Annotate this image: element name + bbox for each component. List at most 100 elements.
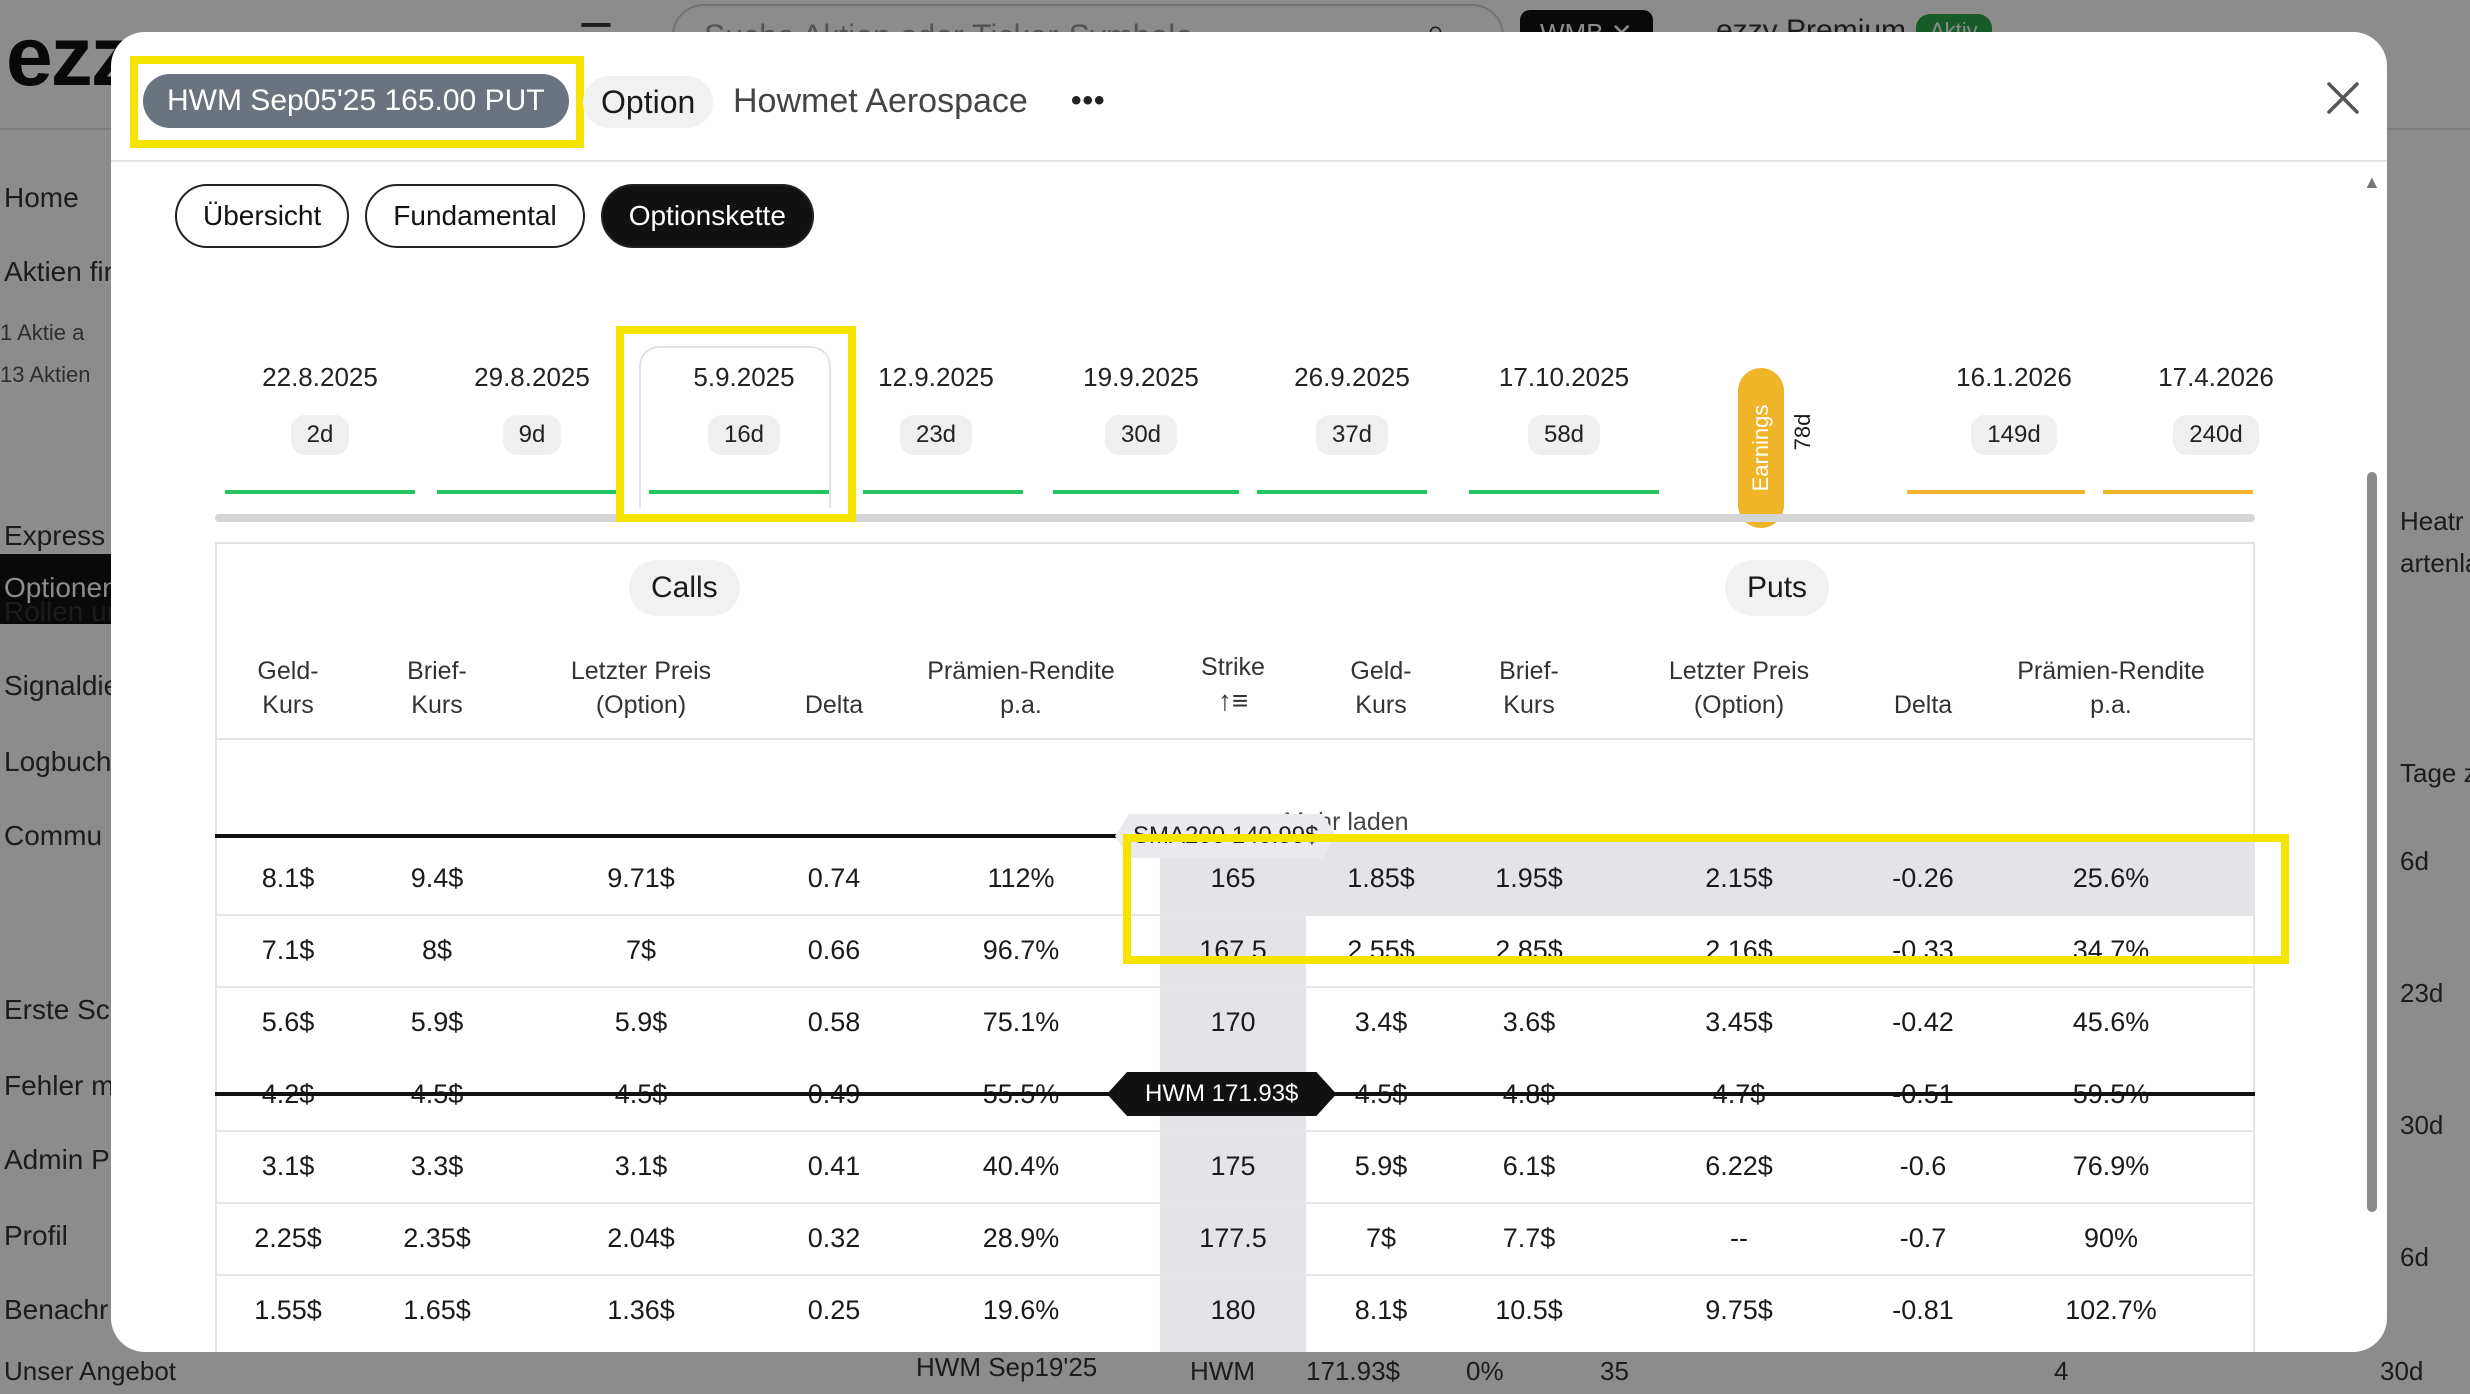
p-yield-cell[interactable]: 25.6% xyxy=(2031,842,2191,914)
p-last-cell[interactable]: 6.22$ xyxy=(1659,1130,1819,1202)
p-delta-cell[interactable]: -0.42 xyxy=(1843,986,2003,1058)
c-ask-cell[interactable]: 2.35$ xyxy=(357,1202,517,1274)
header-line: Kurs xyxy=(411,691,463,719)
c-yield-cell[interactable]: 96.7% xyxy=(941,914,1101,986)
c-delta-cell[interactable]: 0.66 xyxy=(754,914,914,986)
header-line: Brief- xyxy=(407,657,467,685)
c-bid-cell[interactable]: 1.55$ xyxy=(208,1274,368,1346)
c-last-cell[interactable]: 7$ xyxy=(561,914,721,986)
p-last-cell[interactable]: 3.45$ xyxy=(1659,986,1819,1058)
header-line: Letzter Preis xyxy=(570,657,712,685)
p-delta-cell[interactable]: -0.81 xyxy=(1843,1274,2003,1346)
call-delta-header[interactable]: Delta xyxy=(774,688,894,722)
p-ask-cell[interactable]: 6.1$ xyxy=(1449,1130,1609,1202)
expiry-item[interactable]: 29.8.2025 9d xyxy=(437,362,627,455)
c-last-cell[interactable]: 1.36$ xyxy=(561,1274,721,1346)
p-yield-cell[interactable]: 90% xyxy=(2031,1202,2191,1274)
strike-cell[interactable]: 180 xyxy=(1153,1274,1313,1346)
c-last-cell[interactable]: 9.71$ xyxy=(561,842,721,914)
c-bid-cell[interactable]: 3.1$ xyxy=(208,1130,368,1202)
option-chain-row[interactable]: 5.6$ 5.9$ 5.9$ 0.58 75.1% 170 3.4$ 3.6$ 3.45$ -0.… xyxy=(215,986,2255,1058)
expiry-item[interactable]: 26.9.2025 37d xyxy=(1257,362,1447,455)
p-yield-cell[interactable]: 76.9% xyxy=(2031,1130,2191,1202)
call-ask-header[interactable]: Brief- Kurs xyxy=(377,654,497,722)
p-ask-cell[interactable]: 3.6$ xyxy=(1449,986,1609,1058)
c-yield-cell[interactable]: 75.1% xyxy=(941,986,1101,1058)
expiry-item[interactable]: 16.1.2026 149d xyxy=(1919,362,2109,455)
c-bid-cell[interactable]: 2.25$ xyxy=(208,1202,368,1274)
c-bid-cell[interactable]: 7.1$ xyxy=(208,914,368,986)
c-delta-cell[interactable]: 0.32 xyxy=(754,1202,914,1274)
p-ask-cell[interactable]: 1.95$ xyxy=(1449,842,1609,914)
c-last-cell[interactable]: 2.04$ xyxy=(561,1202,721,1274)
p-yield-cell[interactable]: 34.7% xyxy=(2031,914,2191,986)
sort-ascending-icon[interactable]: ↑≡ xyxy=(1163,684,1303,718)
c-delta-cell[interactable]: 0.58 xyxy=(754,986,914,1058)
expiry-item[interactable]: 17.4.2026 240d xyxy=(2121,362,2311,455)
p-bid-cell[interactable]: 8.1$ xyxy=(1301,1274,1461,1346)
p-yield-cell[interactable]: 102.7% xyxy=(2031,1274,2191,1346)
p-bid-cell[interactable]: 3.4$ xyxy=(1301,986,1461,1058)
p-delta-cell[interactable]: -0.7 xyxy=(1843,1202,2003,1274)
expiry-underline xyxy=(2103,490,2253,494)
expiry-item[interactable]: 19.9.2025 30d xyxy=(1046,362,1236,455)
c-ask-cell[interactable]: 1.65$ xyxy=(357,1274,517,1346)
c-ask-cell[interactable]: 3.3$ xyxy=(357,1130,517,1202)
strike-cell[interactable]: 175 xyxy=(1153,1130,1313,1202)
option-chain-row[interactable]: 3.1$ 3.3$ 3.1$ 0.41 40.4% 175 5.9$ 6.1$ 6.22$ -0.… xyxy=(215,1130,2255,1202)
strike-cell[interactable]: 177.5 xyxy=(1153,1202,1313,1274)
strike-cell[interactable]: 167.5 xyxy=(1153,914,1313,986)
expiry-days-badge: 37d xyxy=(1315,415,1389,455)
p-bid-cell[interactable]: 5.9$ xyxy=(1301,1130,1461,1202)
c-ask-cell[interactable]: 9.4$ xyxy=(357,842,517,914)
p-delta-cell[interactable]: -0.33 xyxy=(1843,914,2003,986)
expiry-scroll-track[interactable] xyxy=(215,514,2255,522)
expiry-item[interactable]: 17.10.2025 58d xyxy=(1469,362,1659,455)
strike-header[interactable]: Strike ↑≡ xyxy=(1163,650,1303,718)
p-last-cell[interactable]: -- xyxy=(1659,1202,1819,1274)
strike-cell[interactable]: 170 xyxy=(1153,986,1313,1058)
c-bid-cell[interactable]: 5.6$ xyxy=(208,986,368,1058)
put-delta-header[interactable]: Delta xyxy=(1863,688,1983,722)
p-bid-cell[interactable]: 2.55$ xyxy=(1301,914,1461,986)
call-bid-header[interactable]: Geld- Kurs xyxy=(228,654,348,722)
put-last-header[interactable]: Letzter Preis (Option) xyxy=(1629,654,1849,722)
expiry-item[interactable]: 22.8.2025 2d xyxy=(225,362,415,455)
p-yield-cell[interactable]: 45.6% xyxy=(2031,986,2191,1058)
strike-header-label: Strike xyxy=(1201,653,1265,681)
put-ask-header[interactable]: Brief- Kurs xyxy=(1469,654,1589,722)
c-yield-cell[interactable]: 112% xyxy=(941,842,1101,914)
p-last-cell[interactable]: 9.75$ xyxy=(1659,1274,1819,1346)
c-yield-cell[interactable]: 40.4% xyxy=(941,1130,1101,1202)
header-line: (Option) xyxy=(595,691,687,719)
c-delta-cell[interactable]: 0.25 xyxy=(754,1274,914,1346)
earnings-marker[interactable]: Earnings xyxy=(1738,368,1784,528)
put-yield-header[interactable]: Prämien-Rendite p.a. xyxy=(1991,654,2231,722)
p-last-cell[interactable]: 2.15$ xyxy=(1659,842,1819,914)
c-ask-cell[interactable]: 5.9$ xyxy=(357,986,517,1058)
call-last-header[interactable]: Letzter Preis (Option) xyxy=(531,654,751,722)
p-last-cell[interactable]: 2.16$ xyxy=(1659,914,1819,986)
c-last-cell[interactable]: 3.1$ xyxy=(561,1130,721,1202)
c-delta-cell[interactable]: 0.41 xyxy=(754,1130,914,1202)
option-chain-row[interactable]: 7.1$ 8$ 7$ 0.66 96.7% 167.5 2.55$ 2.85$ 2.16$ -0.… xyxy=(215,914,2255,986)
c-last-cell[interactable]: 5.9$ xyxy=(561,986,721,1058)
put-bid-header[interactable]: Geld- Kurs xyxy=(1321,654,1441,722)
c-bid-cell[interactable]: 8.1$ xyxy=(208,842,368,914)
c-ask-cell[interactable]: 8$ xyxy=(357,914,517,986)
option-chain-row[interactable]: 1.55$ 1.65$ 1.36$ 0.25 19.6% 180 8.1$ 10.5$ 9.75… xyxy=(215,1274,2255,1346)
p-bid-cell[interactable]: 7$ xyxy=(1301,1202,1461,1274)
p-delta-cell[interactable]: -0.26 xyxy=(1843,842,2003,914)
c-yield-cell[interactable]: 28.9% xyxy=(941,1202,1101,1274)
p-ask-cell[interactable]: 10.5$ xyxy=(1449,1274,1609,1346)
p-ask-cell[interactable]: 7.7$ xyxy=(1449,1202,1609,1274)
puts-label: Puts xyxy=(1725,560,1830,616)
call-yield-header[interactable]: Prämien-Rendite p.a. xyxy=(901,654,1141,722)
expiry-item[interactable]: 5.9.2025 16d xyxy=(649,362,839,455)
expiry-item[interactable]: 12.9.2025 23d xyxy=(841,362,1031,455)
option-chain-row[interactable]: 2.25$ 2.35$ 2.04$ 0.32 28.9% 177.5 7$ 7.7$ -- -0.… xyxy=(215,1202,2255,1274)
c-yield-cell[interactable]: 19.6% xyxy=(941,1274,1101,1346)
p-ask-cell[interactable]: 2.85$ xyxy=(1449,914,1609,986)
p-delta-cell[interactable]: -0.6 xyxy=(1843,1130,2003,1202)
c-delta-cell[interactable]: 0.74 xyxy=(754,842,914,914)
